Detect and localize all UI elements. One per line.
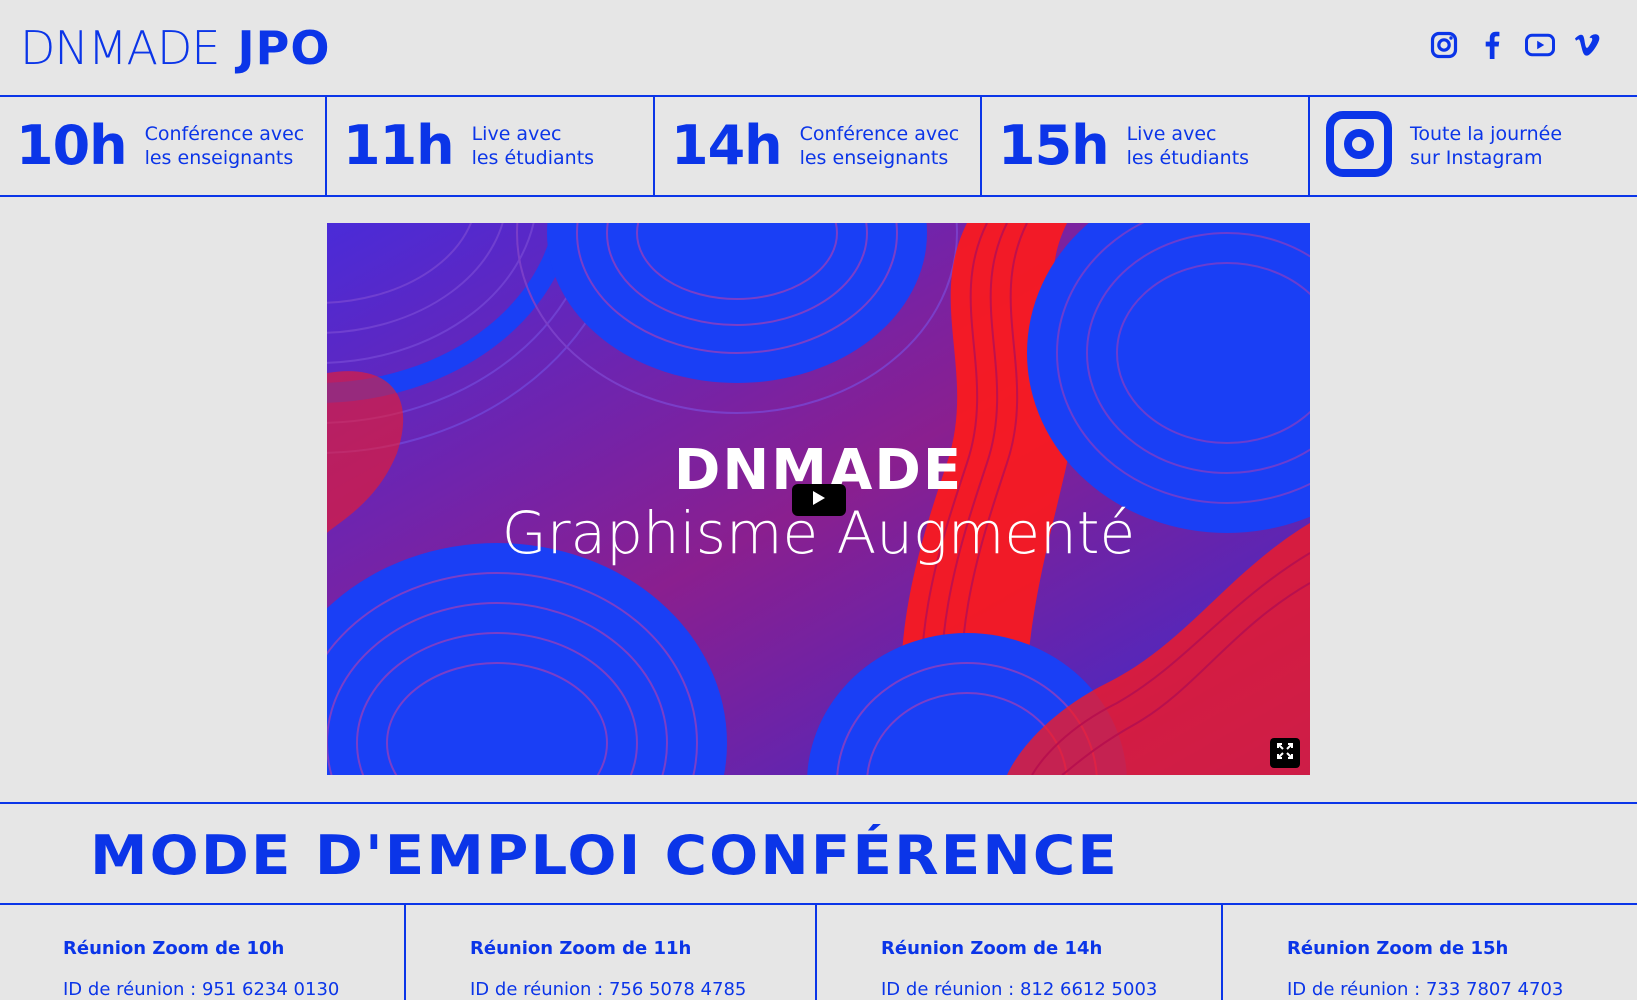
instagram-icon (1326, 110, 1392, 182)
schedule-slot: 11h Live avec les étudiants (327, 97, 655, 195)
slot-description: Conférence avec les enseignants (145, 122, 305, 170)
meeting-id: ID de réunion : 756 5078 4785 (470, 979, 747, 1000)
play-button[interactable] (792, 484, 846, 516)
section-title: MODE D'EMPLOI CONFÉRENCE (90, 824, 1120, 887)
slot-description: Conférence avec les enseignants (800, 122, 960, 170)
section-header: MODE D'EMPLOI CONFÉRENCE (0, 802, 1637, 905)
site-header: DNMADE JPO (0, 0, 1637, 96)
slot-line-2: sur Instagram (1410, 147, 1543, 169)
meeting-id: ID de réunion : 951 6234 0130 (63, 979, 340, 1000)
social-links (1429, 30, 1603, 60)
youtube-icon[interactable] (1525, 30, 1555, 60)
meeting-card: Réunion Zoom de 15h ID de réunion : 733 … (1223, 905, 1637, 1000)
video-player[interactable]: DNMADE Graphisme Augmenté (327, 223, 1310, 775)
logo-sub-text: JPO (237, 21, 331, 75)
fullscreen-icon (1277, 742, 1293, 764)
fullscreen-button[interactable] (1270, 738, 1300, 768)
slot-description: Toute la journée sur Instagram (1410, 122, 1562, 170)
meeting-card: Réunion Zoom de 14h ID de réunion : 812 … (817, 905, 1223, 1000)
meeting-id: ID de réunion : 733 7807 4703 (1287, 979, 1564, 1000)
slot-description: Live avec les étudiants (472, 122, 594, 170)
site-logo[interactable]: DNMADE JPO (20, 20, 330, 80)
slot-line-1: Toute la journée (1410, 123, 1563, 145)
meeting-card: Réunion Zoom de 10h ID de réunion : 951 … (0, 905, 406, 1000)
schedule-slot: 15h Live avec les étudiants (982, 97, 1310, 195)
slot-line-1: Conférence avec (799, 123, 960, 145)
logo-main-text: DNMADE (20, 21, 220, 75)
meetings-grid: Réunion Zoom de 10h ID de réunion : 951 … (0, 905, 1637, 1000)
facebook-icon[interactable] (1477, 30, 1507, 60)
meeting-title: Réunion Zoom de 14h (881, 938, 1103, 959)
vimeo-icon[interactable] (1573, 30, 1603, 60)
slot-description: Live avec les étudiants (1127, 122, 1249, 170)
schedule-slot: 14h Conférence avec les enseignants (655, 97, 982, 195)
slot-time: 15h (998, 114, 1110, 177)
slot-line-2: les étudiants (471, 147, 595, 169)
slot-line-2: les enseignants (144, 147, 294, 169)
instagram-icon[interactable] (1429, 30, 1459, 60)
schedule-strip: 10h Conférence avec les enseignants 11h … (0, 95, 1637, 197)
meeting-title: Réunion Zoom de 15h (1287, 938, 1509, 959)
play-icon (812, 490, 826, 511)
meeting-id: ID de réunion : 812 6612 5003 (881, 979, 1158, 1000)
slot-time: 10h (16, 114, 128, 177)
slot-line-2: les étudiants (1126, 147, 1250, 169)
meeting-title: Réunion Zoom de 10h (63, 938, 285, 959)
meeting-title: Réunion Zoom de 11h (470, 938, 692, 959)
slot-line-1: Conférence avec (144, 123, 305, 145)
slot-line-2: les enseignants (799, 147, 949, 169)
schedule-slot: 10h Conférence avec les enseignants (0, 97, 327, 195)
meeting-card: Réunion Zoom de 11h ID de réunion : 756 … (406, 905, 817, 1000)
slot-line-1: Live avec (1126, 123, 1217, 145)
slot-line-1: Live avec (471, 123, 562, 145)
schedule-slot-instagram[interactable]: Toute la journée sur Instagram (1310, 97, 1637, 195)
slot-time: 11h (343, 114, 455, 177)
slot-time: 14h (671, 114, 783, 177)
